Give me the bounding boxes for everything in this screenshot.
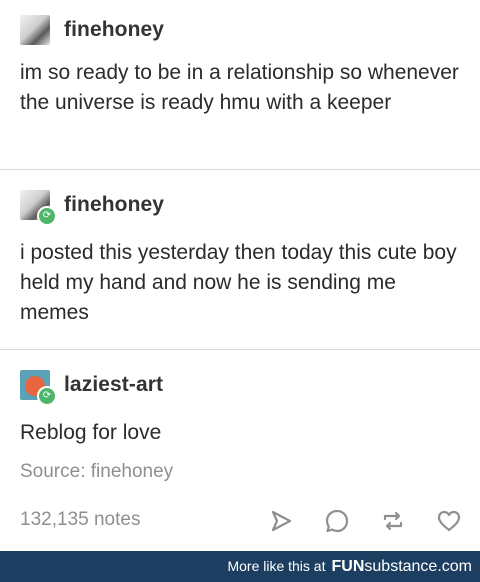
reblog-badge-icon: ⟳ [37, 206, 57, 226]
reblog-icon [383, 511, 403, 531]
post-actions [264, 506, 466, 536]
footer-banner: More like this at FUNsubstance.com [0, 551, 480, 582]
user-avatar[interactable]: ⟳ [20, 370, 57, 406]
notes-count[interactable]: 132,135 notes [20, 509, 140, 531]
username-link[interactable]: finehoney [64, 18, 164, 42]
post-text: Reblog for love [20, 421, 162, 444]
post-divider [0, 169, 480, 170]
reply-button[interactable] [320, 506, 354, 536]
share-button[interactable] [264, 506, 298, 536]
post-header: ⟳ finehoney [20, 190, 164, 226]
like-button[interactable] [432, 506, 466, 536]
user-avatar[interactable]: ⟳ [20, 190, 57, 226]
brand-bold-text: FUN [331, 558, 365, 575]
post-header: finehoney [20, 15, 164, 45]
reply-icon [325, 509, 349, 533]
username-link[interactable]: laziest-art [64, 373, 163, 397]
share-icon [271, 510, 292, 532]
source-link[interactable]: Source: finehoney [20, 461, 173, 483]
post-text: im so ready to be in a relationship so w… [20, 61, 459, 114]
brand-rest-text: substance.com [364, 558, 472, 575]
post-text: i posted this yesterday then today this … [20, 241, 457, 324]
user-avatar[interactable] [20, 15, 50, 45]
footer-text: More like this at [227, 558, 326, 574]
post-divider [0, 349, 480, 350]
heart-icon [437, 510, 461, 532]
post-header: ⟳ laziest-art [20, 370, 163, 406]
reblog-button[interactable] [376, 506, 410, 536]
site-logo[interactable]: FUNsubstance.com [332, 558, 473, 576]
username-link[interactable]: finehoney [64, 193, 164, 217]
reblog-badge-icon: ⟳ [37, 386, 57, 406]
